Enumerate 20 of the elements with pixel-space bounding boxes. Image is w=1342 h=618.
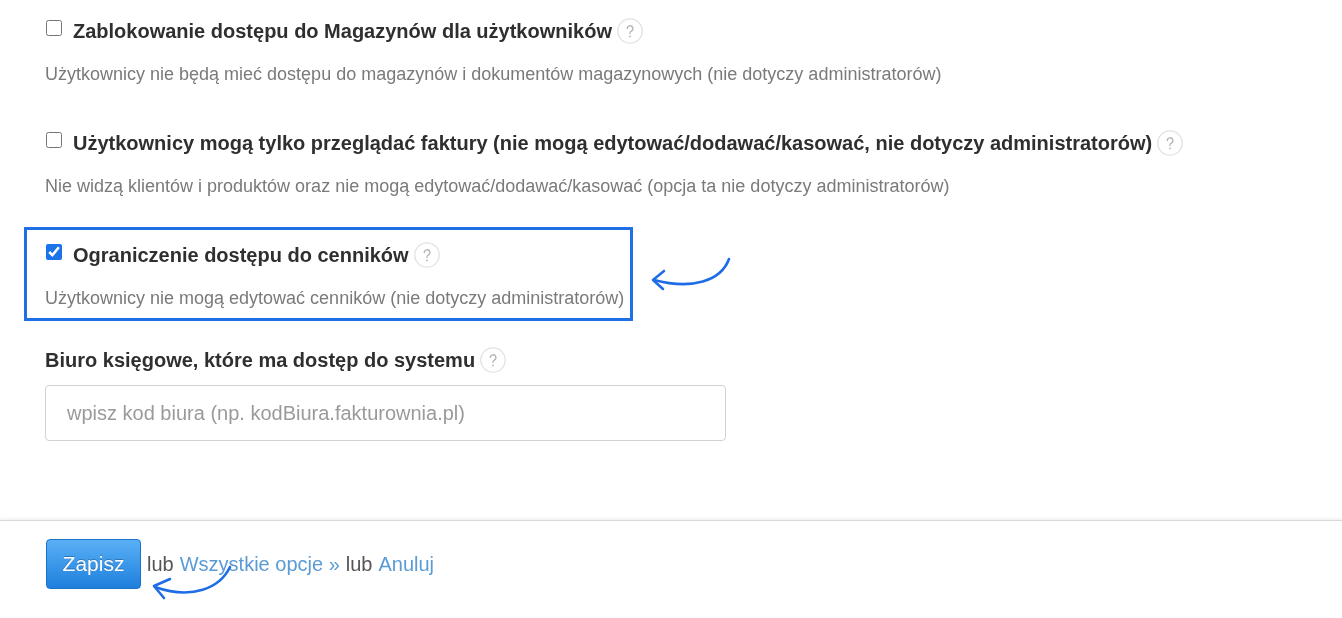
checkbox[interactable] xyxy=(46,20,62,36)
option-label: Ograniczenie dostępu do cenników xyxy=(73,243,409,267)
option-description: Nie widzą klientów i produktów oraz nie mogą edytować/dodawać/kasować (opcja ta nie dotyczy administratorów) xyxy=(45,176,951,196)
help-icon[interactable] xyxy=(413,242,440,268)
option-label: Zablokowanie dostępu do Magazynów dla użytkowników xyxy=(73,19,612,43)
help-icon[interactable] xyxy=(1157,130,1184,156)
checkbox[interactable] xyxy=(46,132,62,148)
field-label: Biuro księgowe, które ma dostęp do systemu xyxy=(45,348,476,372)
all-options-link[interactable]: Wszystkie opcje » xyxy=(179,539,340,589)
help-icon[interactable] xyxy=(480,347,507,373)
option-description: Użytkownicy nie mogą edytować cenników (nie dotyczy administratorów) xyxy=(45,288,625,308)
option-description: Użytkownicy nie będą mieć dostępu do magazynów i dokumentów magazynowych (nie dotyczy administratorów) xyxy=(45,64,942,84)
input-field[interactable]: wpisz kod biura (np. kodBiura.fakturownia.pl) xyxy=(45,385,726,441)
checkbox[interactable] xyxy=(46,244,62,260)
separator-text: lub xyxy=(147,552,174,577)
option-label: Użytkownicy mogą tylko przeglądać faktury (nie mogą edytować/dodawać/kasować, nie dotyczy administratorów) xyxy=(73,131,1153,155)
separator-text: lub xyxy=(345,552,373,577)
cancel-link[interactable]: Anuluj xyxy=(378,539,435,589)
save-button[interactable]: Zapisz xyxy=(46,539,141,589)
help-icon[interactable] xyxy=(616,18,643,44)
